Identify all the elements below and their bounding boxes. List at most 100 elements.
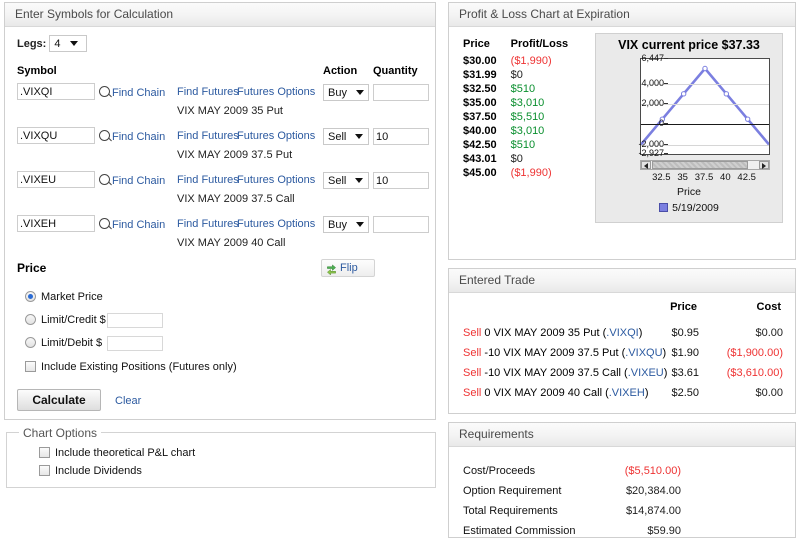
find-futures-link-3[interactable]: Find Futures — [177, 174, 239, 186]
market-price-label: Market Price — [41, 291, 103, 303]
chart-y-tick-label: 6,447 — [624, 53, 668, 63]
include-dividends-label: Include Dividends — [55, 465, 142, 477]
symbol-row: Find Chain Find Futures Futures Options … — [5, 127, 437, 171]
entered-trade-panel-title: Entered Trade — [449, 269, 795, 293]
checkbox-include-dividends[interactable] — [39, 465, 50, 476]
chart-legend: 5/19/2009 — [596, 202, 782, 214]
symbol-description-4: VIX MAY 2009 40 Call — [177, 237, 286, 249]
include-dividends-option[interactable]: Include Dividends — [39, 465, 142, 477]
calculate-button[interactable]: Calculate — [17, 389, 101, 411]
include-existing-positions-option[interactable]: Include Existing Positions (Futures only… — [25, 361, 237, 373]
pl-price: $31.99 — [463, 69, 497, 81]
chart-y-tick-mark — [664, 123, 668, 125]
table-row: Total Requirements $14,874.00 — [463, 505, 681, 517]
profit-loss-panel-title: Profit & Loss Chart at Expiration — [449, 3, 795, 27]
table-row: $35.00 $3,010 — [463, 96, 568, 110]
find-chain-link-1[interactable]: Find Chain — [99, 86, 165, 99]
symbol-description-3: VIX MAY 2009 37.5 Call — [177, 193, 295, 205]
trade-action: Sell — [463, 367, 482, 379]
chart-data-point — [723, 91, 730, 97]
pl-price: $37.50 — [463, 111, 497, 123]
find-chain-label-3: Find Chain — [112, 175, 166, 187]
chart-scrollbar[interactable] — [640, 160, 770, 170]
limit-credit-input[interactable] — [107, 313, 163, 328]
checkbox-include-existing-positions[interactable] — [25, 361, 36, 372]
futures-options-link-1[interactable]: Futures Options — [237, 86, 315, 98]
scrollbar-left-arrow-icon[interactable] — [641, 161, 651, 169]
find-chain-label-4: Find Chain — [112, 219, 166, 231]
action-select-4[interactable]: Buy — [323, 216, 369, 233]
trade-cost: ($3,610.00) — [726, 367, 783, 379]
action-select-value-1: Buy — [328, 87, 347, 99]
symbol-input-1[interactable] — [17, 83, 95, 100]
futures-options-link-3[interactable]: Futures Options — [237, 174, 315, 186]
chart-title: VIX current price $37.33 — [618, 38, 760, 52]
limit-debit-label: Limit/Debit $ — [41, 337, 103, 349]
action-select-1[interactable]: Buy — [323, 84, 369, 101]
action-select-wrap-4: Buy — [323, 216, 369, 233]
limit-debit-input[interactable] — [107, 336, 163, 351]
futures-options-link-4[interactable]: Futures Options — [237, 218, 315, 230]
pl-value: $5,510 — [510, 111, 545, 123]
table-row: Sell 0 VIX MAY 2009 40 Call (.VIXEH) $2.… — [463, 387, 783, 399]
symbol-row: Find Chain Find Futures Futures Options … — [5, 83, 437, 127]
find-chain-link-4[interactable]: Find Chain — [99, 218, 165, 231]
radio-market-price[interactable] — [25, 291, 36, 302]
symbol-input-3[interactable] — [17, 171, 95, 188]
table-row: $31.99 $0 — [463, 68, 568, 82]
pl-chart: VIX current price $37.33 6,447 4,000 2,000… — [595, 33, 783, 223]
quantity-input-2[interactable] — [373, 128, 429, 145]
radio-limit-debit[interactable] — [25, 337, 36, 348]
chart-y-tick-mark — [664, 153, 668, 154]
clear-link[interactable]: Clear — [115, 395, 141, 407]
chart-options-group: Chart Options Include theoretical P&L ch… — [6, 426, 436, 488]
pl-price: $30.00 — [463, 55, 497, 67]
legs-select[interactable]: 4 — [49, 35, 88, 52]
action-select-3[interactable]: Sell — [323, 172, 369, 189]
action-select-wrap-2: Sell — [323, 128, 369, 145]
trade-symbol[interactable]: .VIXQI — [606, 327, 638, 339]
find-chain-link-2[interactable]: Find Chain — [99, 130, 165, 143]
scrollbar-thumb[interactable] — [652, 161, 748, 169]
pl-price: $42.50 — [463, 139, 497, 151]
find-futures-link-1[interactable]: Find Futures — [177, 86, 239, 98]
table-row: $30.00 ($1,990) — [463, 54, 568, 68]
search-icon — [99, 218, 110, 229]
quantity-input-1[interactable] — [373, 84, 429, 101]
find-futures-link-4[interactable]: Find Futures — [177, 218, 239, 230]
find-chain-label-1: Find Chain — [112, 87, 166, 99]
pl-col-price: Price — [463, 38, 490, 50]
action-select-wrap-1: Buy — [323, 84, 369, 101]
quantity-input-4[interactable] — [373, 216, 429, 233]
chevron-down-icon — [355, 133, 364, 139]
futures-options-link-2[interactable]: Futures Options — [237, 130, 315, 142]
chevron-down-icon — [356, 221, 365, 227]
limit-debit-option[interactable]: Limit/Debit $ — [25, 337, 102, 349]
column-header-action: Action — [323, 65, 358, 77]
trade-detail: -10 VIX MAY 2009 37.5 Put ( — [484, 347, 626, 359]
chart-data-point — [744, 116, 751, 122]
action-select-2[interactable]: Sell — [323, 128, 369, 145]
find-chain-link-3[interactable]: Find Chain — [99, 174, 165, 187]
price-section-title: Price — [17, 261, 47, 275]
market-price-option[interactable]: Market Price — [25, 291, 103, 303]
symbol-input-2[interactable] — [17, 127, 95, 144]
symbol-input-4[interactable] — [17, 215, 95, 232]
trade-price: $2.50 — [671, 387, 699, 399]
action-select-value-4: Buy — [328, 219, 347, 231]
checkbox-include-theoretical[interactable] — [39, 447, 50, 458]
trade-cost: ($1,900.00) — [726, 347, 783, 359]
pl-value: $510 — [510, 83, 536, 95]
flip-button[interactable]: Flip — [321, 259, 375, 277]
include-theoretical-option[interactable]: Include theoretical P&L chart — [39, 447, 195, 459]
req-value: $20,384.00 — [625, 485, 681, 497]
limit-credit-option[interactable]: Limit/Credit $ — [25, 314, 106, 326]
column-header-quantity: Quantity — [373, 65, 418, 77]
radio-limit-credit[interactable] — [25, 314, 36, 325]
scrollbar-right-arrow-icon[interactable] — [759, 161, 769, 169]
find-futures-link-2[interactable]: Find Futures — [177, 130, 239, 142]
trade-col-cost: Cost — [756, 301, 781, 313]
req-value: ($5,510.00) — [624, 465, 681, 477]
trade-cost: $0.00 — [755, 327, 783, 339]
quantity-input-3[interactable] — [373, 172, 429, 189]
